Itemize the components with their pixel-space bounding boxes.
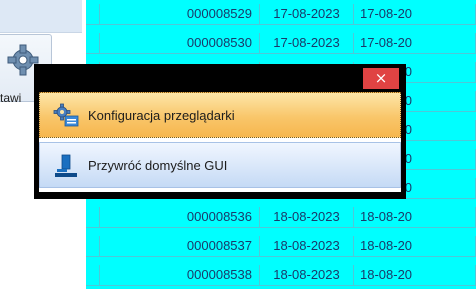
- settings-button-label: tawi: [0, 91, 22, 105]
- cell-date-secondary: 18-08-20: [354, 265, 476, 285]
- cell-number: 000008537: [100, 236, 260, 256]
- left-panel-header: [0, 0, 82, 33]
- cell-number: 000008530: [100, 33, 260, 53]
- table-row[interactable]: 000008529 17-08-2023 17-08-20: [86, 4, 476, 25]
- cell-date-secondary: 17-08-20: [354, 33, 476, 53]
- table-row[interactable]: 000008530 17-08-2023 17-08-20: [86, 33, 476, 54]
- cell-date-secondary: 18-08-20: [354, 207, 476, 227]
- menu-item-browser-config[interactable]: Konfiguracja przeglądarki: [39, 92, 401, 138]
- popup-menu: Konfiguracja przeglądarki Przywróć domyś…: [39, 92, 401, 192]
- table-row[interactable]: 000008537 18-08-2023 18-08-20: [86, 236, 476, 257]
- menu-item-label: Konfiguracja przeglądarki: [88, 108, 235, 123]
- cell-number: 000008536: [100, 207, 260, 227]
- context-popup: × Konfiguracja przeglądarki Przywróć dom…: [34, 64, 406, 199]
- gear-settings-icon: [53, 103, 79, 134]
- row-selector: [86, 236, 100, 256]
- row-selector: [86, 265, 100, 285]
- row-selector: [86, 4, 100, 24]
- cell-date-secondary: 18-08-20: [354, 236, 476, 256]
- menu-item-restore-gui[interactable]: Przywróć domyślne GUI: [39, 142, 401, 188]
- cell-date: 17-08-2023: [260, 33, 354, 53]
- restore-gui-icon: [53, 153, 79, 184]
- table-row[interactable]: 000008536 18-08-2023 18-08-20: [86, 207, 476, 228]
- cell-date: 17-08-2023: [260, 4, 354, 24]
- cell-date: 18-08-2023: [260, 236, 354, 256]
- table-row[interactable]: 000008538 18-08-2023 18-08-20: [86, 265, 476, 286]
- cell-date: 18-08-2023: [260, 265, 354, 285]
- cell-date-secondary: 17-08-20: [354, 4, 476, 24]
- close-button[interactable]: ×: [363, 68, 399, 89]
- row-selector: [86, 207, 100, 227]
- row-selector: [86, 33, 100, 53]
- cell-date: 18-08-2023: [260, 207, 354, 227]
- menu-item-label: Przywróć domyślne GUI: [88, 158, 228, 173]
- cell-number: 000008529: [100, 4, 260, 24]
- cell-number: 000008538: [100, 265, 260, 285]
